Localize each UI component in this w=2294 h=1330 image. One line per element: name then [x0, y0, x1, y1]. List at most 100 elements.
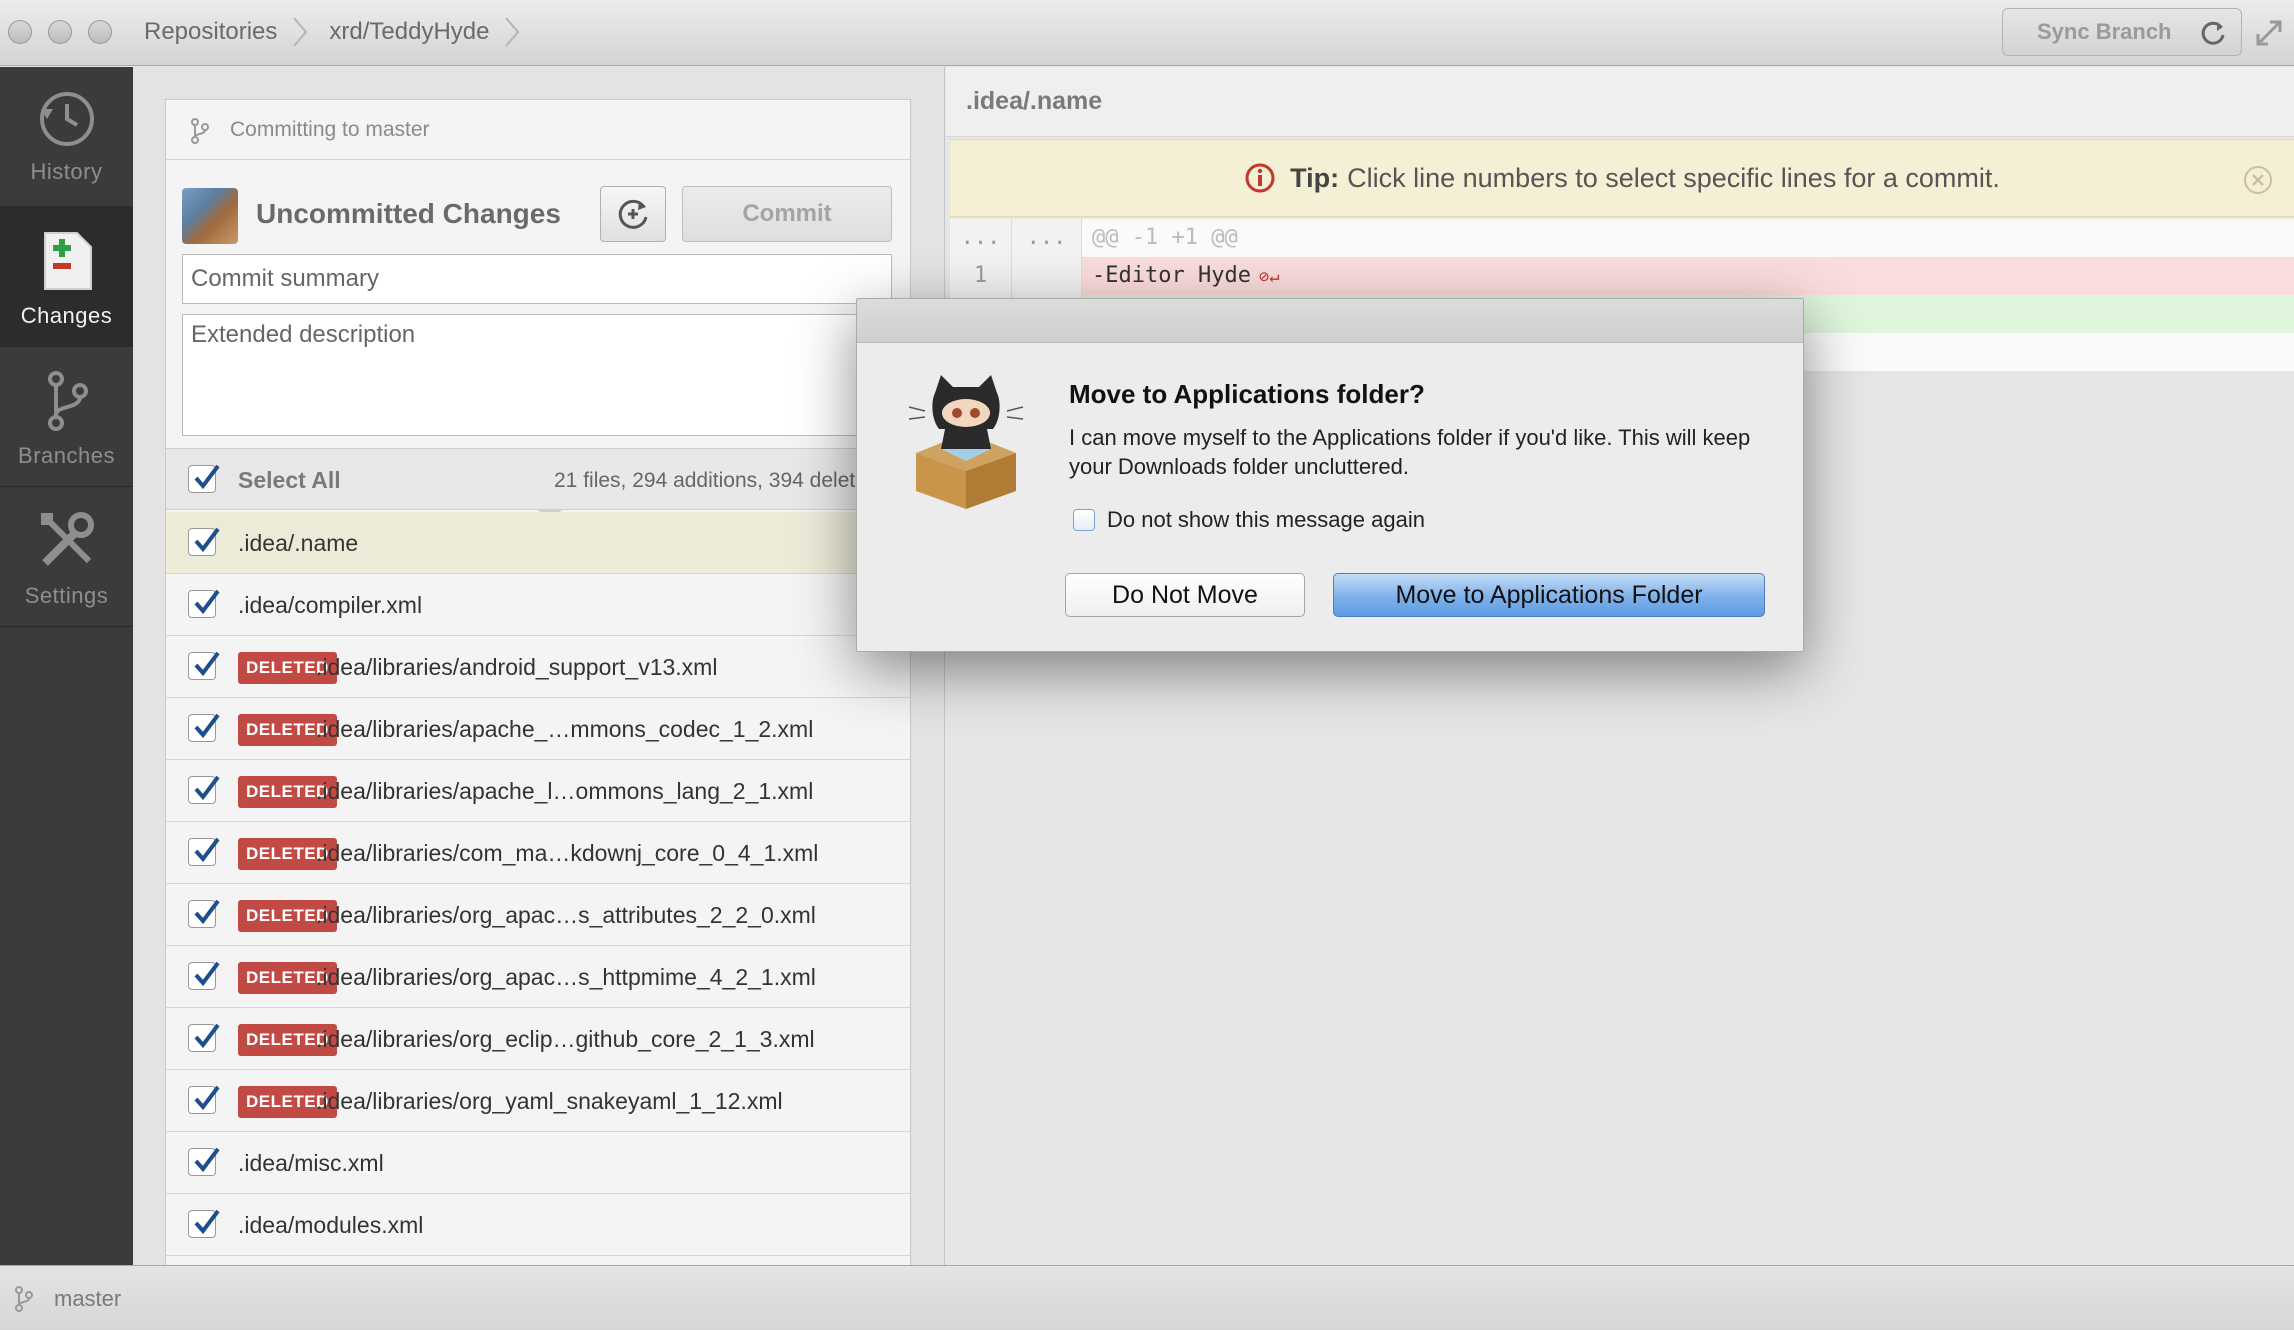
file-checkbox[interactable]: [188, 961, 220, 990]
file-row[interactable]: .idea/misc.xml: [166, 1132, 910, 1194]
checkmark-icon: [194, 1085, 220, 1111]
file-row[interactable]: DELETED .idea/libraries/org_yaml_snakeyam…: [166, 1070, 910, 1132]
checkmark-icon: [194, 651, 220, 677]
file-row[interactable]: DELETED .idea/libraries/com_ma…kdownj_cor…: [166, 822, 910, 884]
checkmark-icon: [194, 713, 220, 739]
checkmark-icon: [194, 527, 220, 553]
info-icon: [1245, 163, 1275, 193]
file-checkbox[interactable]: [188, 713, 220, 742]
sidebar-item-changes[interactable]: Changes: [0, 207, 133, 347]
diff-pane: .idea/.name Tip: Click line numbers to s…: [946, 67, 2294, 1265]
breadcrumb-repositories[interactable]: Repositories: [144, 18, 291, 46]
old-line-gutter: ...: [950, 219, 1012, 257]
tip-text: Click line numbers to select specific li…: [1347, 162, 2000, 193]
checkmark-icon: [194, 589, 220, 615]
sidebar-item-settings[interactable]: Settings: [0, 487, 133, 627]
sidebar-item-label: History: [30, 159, 103, 184]
file-row[interactable]: DELETED .idea/libraries/apache_l…ommons_l…: [166, 760, 910, 822]
move-to-applications-dialog: Move to Applications folder? I can move …: [856, 298, 1804, 652]
discard-changes-button[interactable]: [600, 186, 666, 242]
file-row[interactable]: DELETED .idea/libraries/org_apac…s_httpmi…: [166, 946, 910, 1008]
file-row[interactable]: DELETED .idea/libraries/org_eclip…github_…: [166, 1008, 910, 1070]
commit-branch-label: Committing to master: [230, 117, 430, 141]
branch-icon: [15, 1286, 33, 1312]
commit-branch-header: Committing to master: [166, 100, 910, 160]
file-row[interactable]: .idea/modules.xml: [166, 1194, 910, 1256]
sync-icon: [2201, 21, 2225, 45]
deleted-line-text: -Editor Hyde: [1092, 263, 1251, 288]
commit-button[interactable]: Commit: [682, 186, 892, 242]
diff-line-code: -Editor Hyde ⊘↵: [1082, 257, 2294, 295]
file-checkbox[interactable]: [188, 1023, 220, 1052]
close-icon[interactable]: [2242, 164, 2274, 196]
file-row[interactable]: DELETED .idea/libraries/org_apac…s_attrib…: [166, 884, 910, 946]
checkmark-icon: [194, 464, 220, 490]
avatar: [182, 188, 238, 244]
minimize-window-button[interactable]: [48, 20, 72, 44]
zoom-window-button[interactable]: [88, 20, 112, 44]
changes-pane: Committing to master Uncommitted Changes…: [133, 67, 1066, 1279]
file-row[interactable]: DELETED .idea/libraries/apache_…mmons_cod…: [166, 698, 910, 760]
branches-icon: [47, 371, 88, 431]
file-checkbox[interactable]: [188, 527, 220, 556]
checkmark-icon: [194, 1147, 220, 1173]
move-to-applications-button[interactable]: Move to Applications Folder: [1333, 573, 1765, 617]
file-checkbox[interactable]: [188, 1209, 220, 1238]
no-newline-icon: ⊘↵: [1258, 267, 1280, 287]
diff-line-deleted: 1 -Editor Hyde ⊘↵: [950, 257, 2294, 295]
file-checkbox[interactable]: [188, 775, 220, 804]
sidebar-item-history[interactable]: History: [0, 67, 133, 207]
current-branch[interactable]: master: [54, 1286, 121, 1312]
diff-hunk-header: ... ... @@ -1 +1 @@: [950, 219, 2294, 257]
history-icon: [39, 92, 94, 146]
file-row[interactable]: DELETED .idea/libraries/android_support_v…: [166, 636, 910, 698]
file-name: .idea/libraries/org_apac…s_attributes_2_…: [316, 902, 816, 928]
tip-banner: Tip: Click line numbers to select specif…: [950, 139, 2294, 217]
file-row[interactable]: .idea/compiler.xml: [166, 574, 910, 636]
checkmark-icon: [194, 1023, 220, 1049]
breadcrumb: Repositories xrd/TeddyHyde: [144, 16, 541, 48]
checkmark-icon: [194, 899, 220, 925]
status-bar: master: [0, 1265, 2294, 1330]
file-name: .idea/libraries/apache_…mmons_codec_1_2.…: [316, 716, 814, 742]
title-bar: Repositories xrd/TeddyHyde Sync Branch: [0, 0, 2294, 66]
file-checkbox[interactable]: [188, 1085, 220, 1114]
do-not-move-button[interactable]: Do Not Move: [1065, 573, 1305, 617]
select-all-checkbox[interactable]: [188, 464, 220, 493]
file-name: .idea/misc.xml: [238, 1150, 384, 1176]
refresh-icon: [618, 199, 648, 229]
do-not-show-again-checkbox[interactable]: [1073, 509, 1095, 531]
chevron-right-icon: [293, 17, 308, 47]
file-checkbox[interactable]: [188, 589, 220, 618]
dialog-message: I can move myself to the Applications fo…: [1069, 425, 1751, 479]
breadcrumb-repo[interactable]: xrd/TeddyHyde: [329, 18, 503, 46]
fullscreen-icon[interactable]: [2254, 18, 2284, 48]
checkmark-icon: [194, 837, 220, 863]
file-name: .idea/libraries/com_ma…kdownj_core_0_4_1…: [316, 840, 819, 866]
file-row[interactable]: .idea/.name: [166, 512, 910, 574]
octocat-box-icon: [908, 375, 1024, 509]
commit-summary-input[interactable]: [182, 254, 892, 304]
file-name: .idea/libraries/apache_l…ommons_lang_2_1…: [316, 778, 814, 804]
file-checkbox[interactable]: [188, 837, 220, 866]
dialog-title: Move to Applications folder?: [1069, 379, 1425, 409]
line-number[interactable]: 1: [950, 257, 1012, 295]
sidebar-item-branches[interactable]: Branches: [0, 347, 133, 487]
file-name: .idea/libraries/android_support_v13.xml: [316, 654, 718, 680]
do-not-show-again-label[interactable]: Do not show this message again: [1107, 507, 1425, 533]
file-name: .idea/libraries/org_yaml_snakeyaml_1_12.…: [316, 1088, 783, 1114]
line-number-new[interactable]: [1012, 257, 1082, 295]
changes-icon: [43, 232, 92, 290]
settings-icon: [40, 512, 94, 566]
close-window-button[interactable]: [8, 20, 32, 44]
hunk-header-text: @@ -1 +1 @@: [1082, 219, 2294, 257]
sync-branch-button[interactable]: Sync Branch: [2002, 8, 2242, 56]
file-checkbox[interactable]: [188, 651, 220, 680]
file-checkbox[interactable]: [188, 899, 220, 928]
sidebar-item-label: Branches: [18, 443, 115, 468]
extended-description-input[interactable]: [182, 314, 892, 436]
new-line-gutter: ...: [1012, 219, 1082, 257]
change-stats: 21 files, 294 additions, 394 deleti: [554, 469, 860, 492]
sidebar-item-label: Changes: [20, 303, 113, 328]
file-checkbox[interactable]: [188, 1147, 220, 1176]
